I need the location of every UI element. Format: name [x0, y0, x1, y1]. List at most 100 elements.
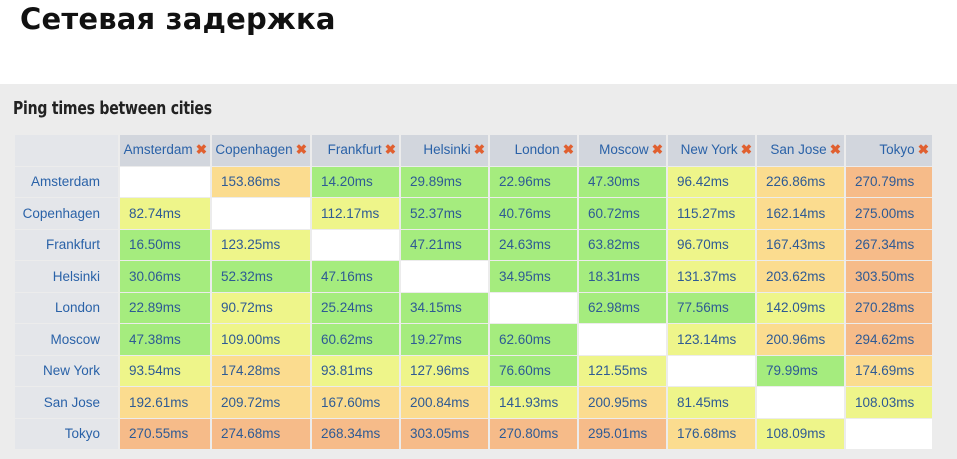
- ping-cell: 268.34ms: [312, 418, 399, 449]
- ping-cell: 153.86ms: [212, 166, 310, 197]
- table-row: Amsterdam 153.86ms 14.20ms 29.89ms 22.96ms 47…: [15, 166, 932, 197]
- remove-column-icon[interactable]: ✖: [652, 142, 663, 157]
- ping-cell: 167.60ms: [312, 387, 399, 418]
- ping-cell: 123.25ms: [212, 229, 310, 260]
- column-header-label: San Jose: [770, 142, 827, 158]
- ping-cell: 270.79ms: [846, 166, 932, 197]
- ping-cell: 22.96ms: [490, 166, 577, 197]
- remove-column-icon[interactable]: ✖: [918, 142, 929, 157]
- ping-cell: 303.05ms: [401, 418, 488, 449]
- ping-cell: 25.24ms: [312, 292, 399, 323]
- column-header-label: Moscow: [599, 142, 649, 158]
- ping-cell: 203.62ms: [757, 261, 844, 292]
- ping-cell: 200.95ms: [579, 387, 666, 418]
- row-header-city[interactable]: Copenhagen: [15, 198, 118, 229]
- column-header-label: Amsterdam: [123, 142, 193, 158]
- ping-cell: 174.28ms: [212, 355, 310, 386]
- column-header-label: Tokyo: [879, 142, 915, 158]
- empty-cell: [757, 387, 844, 418]
- remove-column-icon[interactable]: ✖: [830, 142, 841, 157]
- column-header[interactable]: London ✖: [490, 135, 577, 166]
- table-row: New York 93.54ms 174.28ms 93.81ms 127.96ms 76…: [15, 355, 932, 386]
- ping-cell: 275.00ms: [846, 198, 932, 229]
- column-header[interactable]: Tokyo ✖: [846, 135, 932, 166]
- ping-cell: 22.89ms: [120, 292, 210, 323]
- empty-cell: [212, 198, 310, 229]
- ping-cell: 294.62ms: [846, 324, 932, 355]
- remove-column-icon[interactable]: ✖: [296, 142, 307, 157]
- remove-column-icon[interactable]: ✖: [563, 142, 574, 157]
- table-row: Moscow 47.38ms 109.00ms 60.62ms 19.27ms 62.60…: [15, 324, 932, 355]
- row-header-city[interactable]: Helsinki: [15, 261, 118, 292]
- ping-cell: 30.06ms: [120, 261, 210, 292]
- column-header[interactable]: Copenhagen ✖: [212, 135, 310, 166]
- ping-cell: 270.80ms: [490, 418, 577, 449]
- ping-cell: 62.60ms: [490, 324, 577, 355]
- ping-cell: 60.62ms: [312, 324, 399, 355]
- row-header-city[interactable]: London: [15, 292, 118, 323]
- column-header[interactable]: Helsinki ✖: [401, 135, 488, 166]
- ping-cell: 76.60ms: [490, 355, 577, 386]
- remove-column-icon[interactable]: ✖: [385, 142, 396, 157]
- column-header[interactable]: New York ✖: [668, 135, 755, 166]
- ping-cell: 47.21ms: [401, 229, 488, 260]
- table-row: San Jose 192.61ms 209.72ms 167.60ms 200.84ms…: [15, 387, 932, 418]
- ping-cell: 47.38ms: [120, 324, 210, 355]
- ping-cell: 16.50ms: [120, 229, 210, 260]
- remove-column-icon[interactable]: ✖: [196, 142, 207, 157]
- ping-cell: 77.56ms: [668, 292, 755, 323]
- header-row: Amsterdam ✖ Copenhagen ✖ Frankfurt ✖ Helsinki ✖…: [15, 135, 932, 166]
- remove-column-icon[interactable]: ✖: [474, 142, 485, 157]
- panel-title: Ping times between cities: [13, 98, 212, 119]
- table-row: Frankfurt 16.50ms 123.25ms 47.21ms 24.63ms 63…: [15, 229, 932, 260]
- ping-cell: 174.69ms: [846, 355, 932, 386]
- ping-cell: 108.03ms: [846, 387, 932, 418]
- ping-cell: 112.17ms: [312, 198, 399, 229]
- table-row: Helsinki 30.06ms 52.32ms 47.16ms 34.95ms 18.3…: [15, 261, 932, 292]
- ping-panel: Ping times between cities Amsterdam ✖ Cope…: [0, 84, 957, 459]
- ping-cell: 34.95ms: [490, 261, 577, 292]
- ping-cell: 63.82ms: [579, 229, 666, 260]
- row-header-city[interactable]: Frankfurt: [15, 229, 118, 260]
- ping-cell: 52.37ms: [401, 198, 488, 229]
- column-header[interactable]: Frankfurt ✖: [312, 135, 399, 166]
- ping-cell: 34.15ms: [401, 292, 488, 323]
- ping-cell: 200.96ms: [757, 324, 844, 355]
- ping-cell: 141.93ms: [490, 387, 577, 418]
- column-header[interactable]: Moscow ✖: [579, 135, 666, 166]
- ping-cell: 270.28ms: [846, 292, 932, 323]
- ping-cell: 96.70ms: [668, 229, 755, 260]
- empty-cell: [846, 418, 932, 449]
- remove-column-icon[interactable]: ✖: [741, 142, 752, 157]
- ping-cell: 47.16ms: [312, 261, 399, 292]
- ping-cell: 47.30ms: [579, 166, 666, 197]
- ping-cell: 162.14ms: [757, 198, 844, 229]
- ping-cell: 274.68ms: [212, 418, 310, 449]
- ping-cell: 60.72ms: [579, 198, 666, 229]
- ping-cell: 14.20ms: [312, 166, 399, 197]
- row-header-city[interactable]: New York: [15, 355, 118, 386]
- ping-cell: 303.50ms: [846, 261, 932, 292]
- ping-cell: 267.34ms: [846, 229, 932, 260]
- empty-cell: [490, 292, 577, 323]
- column-header[interactable]: Amsterdam ✖: [120, 135, 210, 166]
- table-row: Tokyo 270.55ms 274.68ms 268.34ms 303.05ms 270…: [15, 418, 932, 449]
- ping-cell: 81.45ms: [668, 387, 755, 418]
- ping-cell: 295.01ms: [579, 418, 666, 449]
- ping-cell: 127.96ms: [401, 355, 488, 386]
- ping-cell: 40.76ms: [490, 198, 577, 229]
- ping-cell: 52.32ms: [212, 261, 310, 292]
- ping-cell: 29.89ms: [401, 166, 488, 197]
- column-header[interactable]: San Jose ✖: [757, 135, 844, 166]
- row-header-city[interactable]: Tokyo: [15, 418, 118, 449]
- empty-cell: [668, 355, 755, 386]
- ping-cell: 270.55ms: [120, 418, 210, 449]
- ping-cell: 123.14ms: [668, 324, 755, 355]
- ping-cell: 209.72ms: [212, 387, 310, 418]
- ping-cell: 109.00ms: [212, 324, 310, 355]
- row-header-city[interactable]: Moscow: [15, 324, 118, 355]
- ping-cell: 93.54ms: [120, 355, 210, 386]
- row-header-city[interactable]: San Jose: [15, 387, 118, 418]
- row-header-city[interactable]: Amsterdam: [15, 166, 118, 197]
- column-header-label: Helsinki: [423, 142, 471, 158]
